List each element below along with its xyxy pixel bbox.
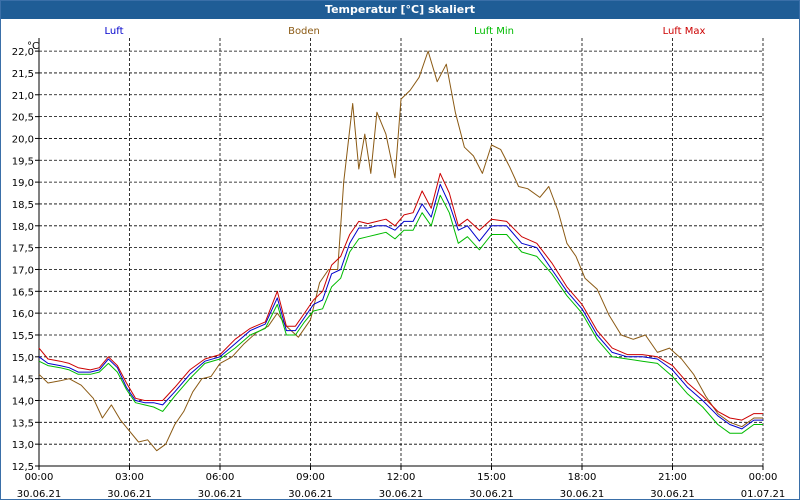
legend-entry-luft: Luft: [105, 26, 124, 37]
legend-entry-boden: Boden: [288, 26, 320, 37]
y-tick-label: 13,5: [12, 418, 34, 429]
x-tick-time: 00:00: [25, 472, 54, 483]
x-tick-time: 18:00: [568, 472, 597, 483]
x-tick-date: 30.06.21: [650, 489, 695, 499]
y-tick-label: 15,0: [12, 353, 34, 364]
x-tick-time: 06:00: [206, 472, 235, 483]
y-tick-label: 17,5: [12, 244, 34, 255]
x-tick-date: 30.06.21: [560, 489, 605, 499]
chart-svg: Luft Boden Luft Min Luft Max °C12,513,013,5…: [12, 26, 786, 499]
y-tick-label: 14,5: [12, 375, 34, 386]
y-tick-label: 17,0: [12, 265, 34, 276]
x-tick-time: 03:00: [115, 472, 144, 483]
x-tick-date: 30.06.21: [17, 489, 62, 499]
x-tick-time: 21:00: [658, 472, 687, 483]
y-tick-label: 20,0: [12, 134, 34, 145]
y-tick-label: 18,0: [12, 222, 34, 233]
y-tick-label: 22,0: [12, 47, 34, 58]
x-tick-time: 15:00: [477, 472, 506, 483]
x-tick-time: 00:00: [749, 472, 778, 483]
y-tick-label: 21,5: [12, 69, 34, 80]
y-tick-label: 13,0: [12, 440, 34, 451]
chart-axes: °C12,513,013,514,014,515,015,516,016,517…: [12, 38, 786, 499]
x-tick-date: 30.06.21: [379, 489, 424, 499]
y-tick-label: 15,5: [12, 331, 34, 342]
x-tick-date: 30.06.21: [469, 489, 514, 499]
legend-entry-luft-max: Luft Max: [663, 26, 706, 37]
y-tick-label: 16,5: [12, 287, 34, 298]
x-tick-date: 30.06.21: [198, 489, 243, 499]
chart-title: Temperatur [°C] skaliert: [1, 1, 799, 19]
y-tick-label: 19,0: [12, 178, 34, 189]
x-tick-time: 09:00: [296, 472, 325, 483]
legend: Luft Boden Luft Min Luft Max: [105, 26, 706, 37]
x-tick-date: 30.06.21: [288, 489, 333, 499]
y-tick-label: 19,5: [12, 156, 34, 167]
x-tick-time: 12:00: [387, 472, 416, 483]
y-tick-label: 16,0: [12, 309, 34, 320]
x-tick-date: 30.06.21: [107, 489, 152, 499]
legend-entry-luft-min: Luft Min: [474, 26, 514, 37]
chart-window: Temperatur [°C] skaliert Luft Boden Luft M…: [0, 0, 800, 500]
y-tick-label: 14,0: [12, 396, 34, 407]
x-tick-date: 01.07.21: [741, 489, 786, 499]
y-tick-label: 21,0: [12, 91, 34, 102]
y-tick-label: 20,5: [12, 113, 34, 124]
y-tick-label: 18,5: [12, 200, 34, 211]
